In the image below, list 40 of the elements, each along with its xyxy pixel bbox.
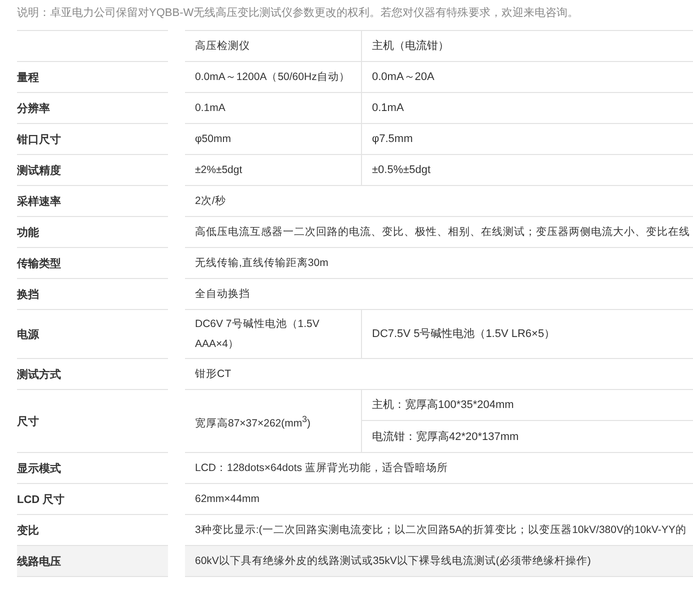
table-cell-text: ±0.5%±5dgt [371, 163, 432, 178]
table-cell-text: 3种变比显示:(一二次回路实测电流变比；以二次回路5A的折算变比；以变压器10kV/380V的10kV-YY的 [194, 523, 688, 538]
table-cell-text: 无线传输,直线传输距离30m [194, 256, 330, 271]
table-cell: 主机：宽厚高100*35*204mm [362, 390, 693, 421]
row-label: 线路电压 [17, 554, 61, 568]
table-cell: φ50mm [185, 124, 362, 154]
table-cell-text: LCD：128dots×64dots 蓝屏背光功能，适合昏暗场所 [194, 461, 449, 476]
table-cell-text: 钳形CT [194, 367, 232, 382]
row-label: 电源 [17, 328, 39, 342]
table-cell: 0.1mA [185, 93, 362, 123]
row-label: 量程 [17, 70, 39, 84]
row-label: 测试精度 [17, 164, 61, 178]
row-label: 尺寸 [17, 414, 39, 428]
table-cell-text: 全自动换挡 [194, 287, 251, 302]
table-cell-text: 高低压电流互感器一二次回路的电流、变比、极性、相别、在线测试；变压器两侧电流大小、变比在线 [194, 225, 691, 240]
row-label: 功能 [17, 226, 39, 240]
table-cell-text: 0.1mA [371, 101, 405, 116]
row-label: 变比 [17, 524, 39, 538]
row-label: 钳口尺寸 [17, 132, 61, 146]
row-label: 测试方式 [17, 368, 61, 382]
row-label: LCD 尺寸 [17, 492, 65, 506]
table-cell-text: 2次/秒 [194, 194, 227, 209]
row-label: 换挡 [17, 288, 39, 302]
table-cell: 0.0mA～1200A（50/60Hz自动） [185, 62, 362, 92]
disclaimer-note: 说明：卓亚电力公司保留对YQBB-W无线高压变比测试仪参数更改的权利。若您对仪器有特殊要求，欢迎来电咨询。 [16, 6, 580, 21]
row-label: 传输类型 [17, 256, 61, 270]
table-cell-text: 62mm×44mm [194, 492, 260, 507]
table-cell-text: 60kV以下具有绝缘外皮的线路测试或35kV以下裸导线电流测试(必须带绝缘杆操作) [194, 554, 592, 569]
table-cell-text: 0.0mA～20A [371, 70, 436, 85]
column-header: 主机（电流钳） [371, 38, 450, 54]
table-cell: ±2%±5dgt [185, 155, 362, 185]
table-cell: 宽厚高87×37×262(mm$^{3}$) [185, 390, 362, 452]
column-header: 高压检测仪 [185, 31, 362, 61]
table-cell-text: 电流钳：宽厚高42*20*137mm [371, 430, 520, 444]
row-label: 分辨率 [17, 102, 50, 116]
row-label: 显示模式 [17, 462, 61, 476]
table-cell-text: DC7.5V 5号碱性电池（1.5V LR6×5） [371, 327, 556, 342]
table-cell-text: φ7.5mm [371, 132, 414, 147]
table-cell: DC6V 7号碱性电池（1.5V AAA×4） [185, 310, 362, 358]
row-label: 采样速率 [17, 194, 61, 208]
